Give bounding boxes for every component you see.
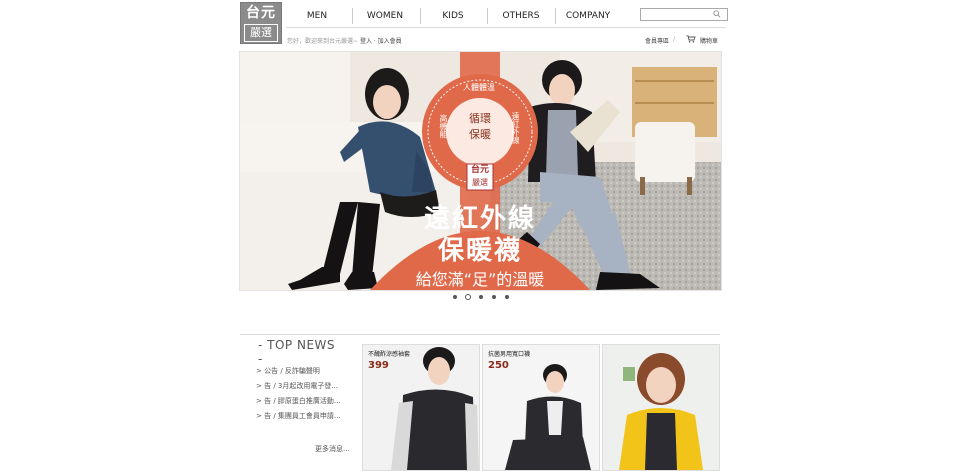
- nav-company[interactable]: COMPANY: [562, 6, 614, 26]
- badge-top-text: 人體體溫: [463, 83, 495, 92]
- product-label: 抗菌男用寬口襪: [488, 351, 531, 358]
- badge-right-text: 遠紅外線: [511, 112, 520, 144]
- banner-logo-line2: 嚴選: [472, 178, 488, 187]
- carousel-dot-2[interactable]: [465, 294, 471, 300]
- carousel-dot-3[interactable]: [479, 295, 483, 299]
- nav-underline: [286, 27, 726, 28]
- carousel-dot-4[interactable]: [492, 295, 496, 299]
- util-divider: /: [673, 36, 676, 43]
- news-item[interactable]: > 告 / 膠原蛋白推廣活動...: [256, 396, 341, 406]
- badge-center-line1: 循環: [469, 112, 491, 125]
- badge-left-text: 高機能: [439, 114, 448, 138]
- greeting-bar: 您好，歡迎來到台元嚴選~ 登入 · 加入會員: [287, 36, 402, 45]
- carousel-dot-1[interactable]: [453, 295, 457, 299]
- cart-icon[interactable]: [686, 35, 696, 43]
- product-image: [603, 345, 719, 470]
- carousel-dot-5[interactable]: [505, 295, 509, 299]
- banner-title-2: 保暖襪: [437, 236, 522, 266]
- product-price: 250: [488, 360, 509, 371]
- nav-divider: [420, 8, 421, 24]
- product-card[interactable]: 不醜酢涼感袖套 399: [362, 344, 480, 471]
- search-input[interactable]: [640, 8, 728, 21]
- product-price: 399: [368, 360, 389, 371]
- greeting-text: 您好，歡迎來到台元嚴選~: [287, 38, 359, 45]
- login-link[interactable]: 登入 · 加入會員: [360, 38, 402, 45]
- nav-divider: [487, 8, 488, 24]
- product-label: 不醜酢涼感袖套: [368, 351, 411, 358]
- product-card[interactable]: 抗菌男用寬口襪 250: [482, 344, 600, 471]
- badge-center-line2: 保暖: [469, 128, 491, 141]
- search-icon[interactable]: [713, 10, 721, 18]
- nav-divider: [555, 8, 556, 24]
- logo-line2: 嚴選: [244, 24, 278, 42]
- section-divider: [240, 334, 720, 335]
- hero-banner[interactable]: 人體體溫 遠紅外線 高機能 溫暖 循環 保暖 台元 嚴選 遠紅外線 保暖襪 給您…: [239, 51, 722, 291]
- brand-logo[interactable]: 台元 嚴選: [240, 2, 282, 44]
- more-news-link[interactable]: 更多消息...: [315, 444, 350, 454]
- banner-subtitle: 給您滿“足”的溫暖: [415, 270, 545, 289]
- logo-line1: 台元: [246, 5, 276, 21]
- cart-link[interactable]: 購物車: [700, 36, 718, 45]
- news-item[interactable]: > 公告 / 反詐騙聲明: [256, 366, 320, 376]
- banner-logo-line1: 台元: [470, 165, 489, 175]
- nav-women[interactable]: WOMEN: [360, 6, 410, 26]
- top-news-title: - TOP NEWS -: [258, 338, 336, 366]
- member-link[interactable]: 會員專區: [645, 36, 669, 45]
- news-item[interactable]: > 告 / 3月起改用電子發...: [256, 381, 338, 391]
- nav-divider: [352, 8, 353, 24]
- product-card[interactable]: [602, 344, 720, 471]
- nav-others[interactable]: OTHERS: [496, 6, 546, 26]
- nav-men[interactable]: MEN: [292, 6, 342, 26]
- news-item[interactable]: > 告 / 集團員工會員申請...: [256, 411, 341, 421]
- nav-kids[interactable]: KIDS: [428, 6, 478, 26]
- carousel-dots: [450, 294, 512, 302]
